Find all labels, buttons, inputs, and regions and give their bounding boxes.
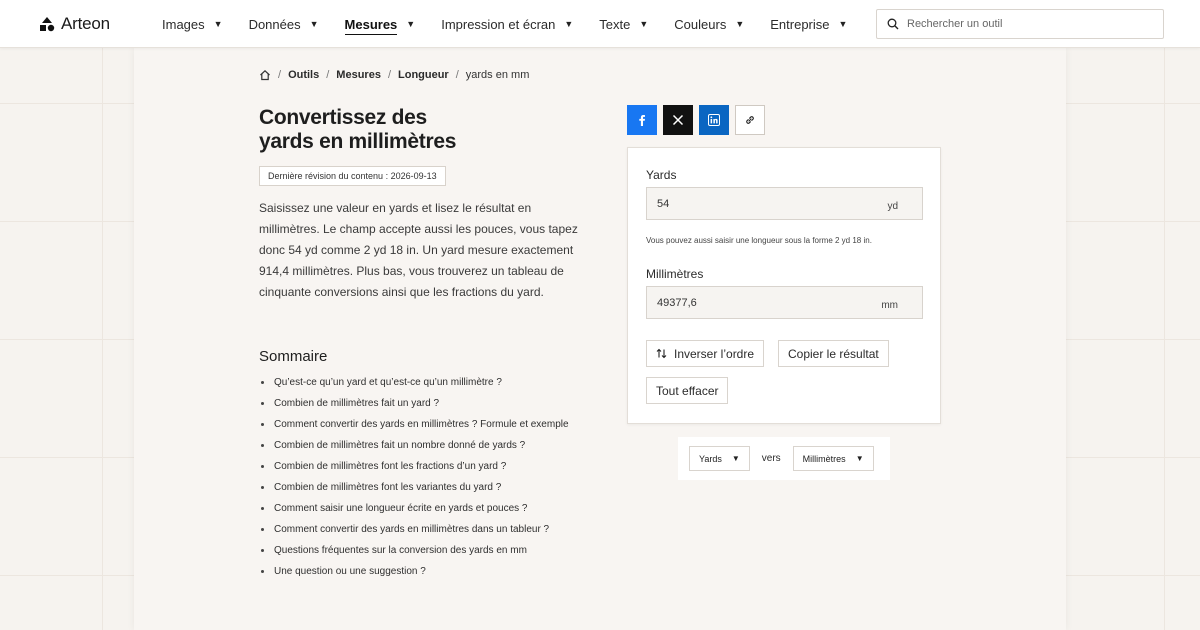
search-box[interactable] bbox=[876, 9, 1164, 39]
page-title-line-1: Convertissez des bbox=[259, 106, 427, 129]
summary-link[interactable]: Combien de millimètres fait un nombre do… bbox=[259, 438, 569, 453]
caret-down-icon: ▼ bbox=[639, 19, 649, 29]
linkedin-icon bbox=[708, 114, 720, 126]
share-linkedin-button[interactable] bbox=[699, 105, 729, 135]
facebook-icon bbox=[639, 115, 645, 126]
swap-button-label: Inverser l’ordre bbox=[674, 346, 755, 361]
copy-result-button[interactable]: Copier le résultat bbox=[778, 340, 889, 367]
breadcrumb-separator: / bbox=[326, 69, 330, 81]
summary-link[interactable]: Combien de millimètres font les variante… bbox=[259, 480, 569, 495]
x-icon bbox=[672, 114, 684, 126]
clear-all-button[interactable]: Tout effacer bbox=[646, 377, 729, 404]
menu-item-couleurs[interactable]: Couleurs ▼ bbox=[674, 0, 744, 48]
summary-list: Qu’est-ce qu’un yard et qu’est-ce qu’un … bbox=[259, 375, 569, 585]
summary-link[interactable]: Comment convertir des yards en millimètr… bbox=[259, 417, 569, 432]
swap-arrows-icon bbox=[656, 348, 667, 359]
vers-label: vers bbox=[761, 453, 781, 464]
menu-item-mesures[interactable]: Mesures ▼ bbox=[344, 0, 416, 48]
search-icon bbox=[887, 18, 899, 30]
menu-label: Entreprise bbox=[770, 16, 830, 32]
breadcrumb-mesures[interactable]: Mesures bbox=[336, 69, 381, 81]
summary-link[interactable]: Combien de millimètres fait un yard ? bbox=[259, 396, 569, 411]
caret-down-icon: ▼ bbox=[213, 19, 223, 29]
breadcrumb-separator: / bbox=[278, 69, 282, 81]
caret-down-icon: ▼ bbox=[309, 19, 319, 29]
unit-selector: Yards ▼ vers Millimètres ▼ bbox=[678, 437, 890, 480]
summary-link[interactable]: Qu’est-ce qu’un yard et qu’est-ce qu’un … bbox=[259, 375, 569, 390]
link-icon bbox=[746, 116, 754, 124]
menu-label: Couleurs bbox=[674, 16, 727, 32]
millimetres-unit: mm bbox=[881, 300, 898, 311]
menu-label: Données bbox=[248, 16, 301, 32]
logo[interactable]: Arteon bbox=[39, 14, 110, 34]
yards-input[interactable] bbox=[657, 197, 888, 210]
to-unit-select[interactable]: Millimètres ▼ bbox=[792, 446, 874, 471]
summary-link[interactable]: Une question ou une suggestion ? bbox=[259, 564, 569, 579]
caret-down-icon: ▼ bbox=[564, 19, 574, 29]
menu-item-donnees[interactable]: Données ▼ bbox=[249, 0, 319, 48]
input-hint: Vous pouvez aussi saisir une longueur so… bbox=[646, 236, 872, 245]
summary-link[interactable]: Combien de millimètres font les fraction… bbox=[259, 459, 569, 474]
yards-field[interactable]: yd bbox=[646, 187, 923, 220]
menu-label: Impression et écran bbox=[441, 16, 556, 32]
breadcrumb-outils[interactable]: Outils bbox=[288, 69, 319, 81]
copy-link-button[interactable] bbox=[735, 105, 765, 135]
logo-text: Arteon bbox=[61, 14, 110, 33]
breadcrumb-current: yards en mm bbox=[465, 69, 530, 81]
converter-card: Yards yd Vous pouvez aussi saisir une lo… bbox=[627, 147, 941, 424]
caret-down-icon: ▼ bbox=[735, 19, 745, 29]
breadcrumb: / Outils / Mesures / Longueur / yards en… bbox=[259, 69, 529, 81]
summary-link[interactable]: Questions fréquentes sur la conversion d… bbox=[259, 543, 569, 558]
caret-down-icon: ▼ bbox=[855, 454, 864, 463]
yards-label: Yards bbox=[646, 168, 677, 182]
from-unit-select[interactable]: Yards ▼ bbox=[689, 446, 750, 471]
share-x-button[interactable] bbox=[663, 105, 693, 135]
yards-unit: yd bbox=[887, 201, 898, 212]
intro-paragraph: Saisissez une valeur en yards et lisez l… bbox=[259, 201, 578, 299]
top-nav: Arteon Images ▼ Données ▼ Mesures ▼ Impress… bbox=[0, 0, 1200, 48]
menu-item-images[interactable]: Images ▼ bbox=[162, 0, 223, 48]
share-bar bbox=[627, 105, 765, 135]
from-unit-value: Yards bbox=[699, 453, 722, 464]
menu-item-entreprise[interactable]: Entreprise ▼ bbox=[770, 0, 847, 48]
millimetres-output[interactable] bbox=[657, 296, 882, 309]
menu-item-texte[interactable]: Texte ▼ bbox=[599, 0, 648, 48]
revision-badge: Dernière révision du contenu : 2026-09-1… bbox=[259, 166, 446, 186]
to-unit-value: Millimètres bbox=[802, 453, 846, 464]
summary-link[interactable]: Comment saisir une longueur écrite en ya… bbox=[259, 501, 569, 516]
menu-label: Texte bbox=[599, 16, 631, 32]
summary-heading: Sommaire bbox=[259, 348, 328, 365]
breadcrumb-separator: / bbox=[455, 69, 459, 81]
share-facebook-button[interactable] bbox=[627, 105, 657, 135]
millimetres-field[interactable]: mm bbox=[646, 286, 923, 319]
content-card: / Outils / Mesures / Longueur / yards en… bbox=[134, 48, 1066, 630]
menu-item-impression-ecran[interactable]: Impression et écran ▼ bbox=[441, 0, 573, 48]
main-menu: Images ▼ Données ▼ Mesures ▼ Impression et … bbox=[162, 0, 847, 48]
search-input[interactable] bbox=[907, 18, 1147, 30]
page-title: Convertissez des yards en millimètres bbox=[259, 106, 579, 154]
breadcrumb-separator: / bbox=[387, 69, 391, 81]
menu-label: Images bbox=[162, 16, 205, 32]
summary-link[interactable]: Comment convertir des yards en millimètr… bbox=[259, 522, 569, 537]
menu-label: Mesures bbox=[344, 17, 398, 35]
caret-down-icon: ▼ bbox=[838, 19, 848, 29]
page-title-line-2: yards en millimètres bbox=[259, 130, 457, 153]
millimetres-label: Millimètres bbox=[646, 267, 704, 281]
caret-down-icon: ▼ bbox=[406, 19, 416, 29]
swap-button[interactable]: Inverser l’ordre bbox=[646, 340, 765, 367]
caret-down-icon: ▼ bbox=[731, 454, 740, 463]
home-icon[interactable] bbox=[259, 69, 271, 81]
logo-icon bbox=[40, 17, 55, 32]
breadcrumb-longueur[interactable]: Longueur bbox=[398, 69, 449, 81]
